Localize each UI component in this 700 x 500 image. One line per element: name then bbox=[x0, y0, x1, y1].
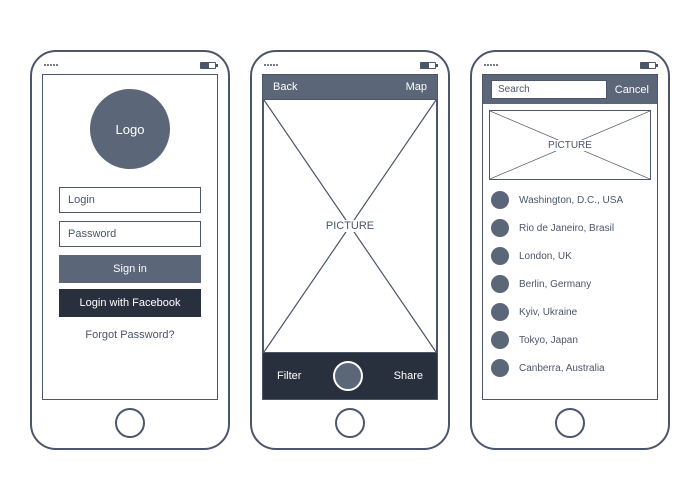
picture-label: PICTURE bbox=[544, 140, 596, 151]
list-item-label: Kyiv, Ukraine bbox=[519, 307, 577, 318]
list-item-label: Tokyo, Japan bbox=[519, 335, 578, 346]
picture-placeholder-small: PICTURE bbox=[489, 110, 651, 180]
list-item[interactable]: Tokyo, Japan bbox=[491, 326, 649, 354]
battery-icon bbox=[420, 62, 436, 69]
results-list: Washington, D.C., USA Rio de Janeiro, Br… bbox=[483, 186, 657, 382]
avatar-icon bbox=[491, 331, 509, 349]
list-item[interactable]: Berlin, Germany bbox=[491, 270, 649, 298]
list-item-label: Berlin, Germany bbox=[519, 279, 591, 290]
login-input[interactable]: Login bbox=[59, 187, 201, 213]
search-input[interactable]: Search bbox=[491, 80, 607, 99]
facebook-login-button[interactable]: Login with Facebook bbox=[59, 289, 201, 317]
list-item-label: London, UK bbox=[519, 251, 572, 262]
list-item-label: Canberra, Australia bbox=[519, 363, 605, 374]
avatar-icon bbox=[491, 191, 509, 209]
avatar-icon bbox=[491, 359, 509, 377]
screen-picture: Back Map PICTURE Filter Share bbox=[262, 74, 438, 400]
share-button[interactable]: Share bbox=[394, 370, 423, 382]
password-input[interactable]: Password bbox=[59, 221, 201, 247]
picture-label: PICTURE bbox=[322, 220, 378, 232]
phone-login: Logo Login Password Sign in Login with F… bbox=[30, 50, 230, 450]
screen-search: Search Cancel PICTURE Washington, D.C., … bbox=[482, 74, 658, 400]
shutter-button[interactable] bbox=[333, 361, 363, 391]
avatar-icon bbox=[491, 275, 509, 293]
list-item[interactable]: Kyiv, Ukraine bbox=[491, 298, 649, 326]
screen-login: Logo Login Password Sign in Login with F… bbox=[42, 74, 218, 400]
status-bar bbox=[262, 60, 438, 70]
cancel-button[interactable]: Cancel bbox=[615, 84, 649, 96]
avatar-icon bbox=[491, 219, 509, 237]
phone-picture: Back Map PICTURE Filter Share bbox=[250, 50, 450, 450]
home-button[interactable] bbox=[335, 408, 365, 438]
status-bar bbox=[42, 60, 218, 70]
bottom-toolbar: Filter Share bbox=[263, 353, 437, 399]
avatar-icon bbox=[491, 303, 509, 321]
avatar-icon bbox=[491, 247, 509, 265]
app-logo: Logo bbox=[90, 89, 170, 169]
list-item[interactable]: Canberra, Australia bbox=[491, 354, 649, 382]
signal-dots-icon bbox=[264, 64, 278, 66]
battery-icon bbox=[640, 62, 656, 69]
battery-icon bbox=[200, 62, 216, 69]
map-button[interactable]: Map bbox=[406, 81, 427, 93]
top-navbar: Back Map bbox=[263, 75, 437, 99]
signin-button[interactable]: Sign in bbox=[59, 255, 201, 283]
list-item-label: Rio de Janeiro, Brasil bbox=[519, 223, 614, 234]
list-item[interactable]: Rio de Janeiro, Brasil bbox=[491, 214, 649, 242]
status-bar bbox=[482, 60, 658, 70]
back-button[interactable]: Back bbox=[273, 81, 297, 93]
signal-dots-icon bbox=[484, 64, 498, 66]
search-bar: Search Cancel bbox=[483, 75, 657, 104]
home-button[interactable] bbox=[115, 408, 145, 438]
home-button[interactable] bbox=[555, 408, 585, 438]
list-item-label: Washington, D.C., USA bbox=[519, 195, 623, 206]
list-item[interactable]: London, UK bbox=[491, 242, 649, 270]
list-item[interactable]: Washington, D.C., USA bbox=[491, 186, 649, 214]
signal-dots-icon bbox=[44, 64, 58, 66]
filter-button[interactable]: Filter bbox=[277, 370, 301, 382]
picture-placeholder: PICTURE bbox=[263, 99, 437, 353]
forgot-password-link[interactable]: Forgot Password? bbox=[85, 329, 174, 341]
phone-search: Search Cancel PICTURE Washington, D.C., … bbox=[470, 50, 670, 450]
